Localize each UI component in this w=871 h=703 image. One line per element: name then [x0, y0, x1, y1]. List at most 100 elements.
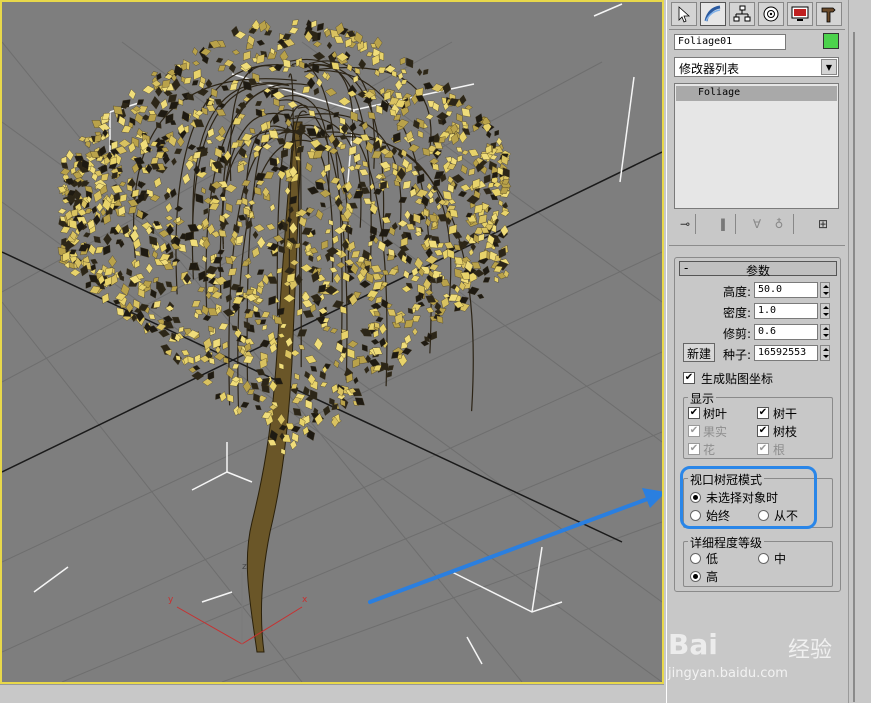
leaf — [57, 208, 67, 215]
display-group: 显示 ✔ 树叶 ✔ 树干 ✔ 果实 ✔ 树枝 ✔ 花 ✔ 根 — [683, 390, 833, 459]
axis-z-label: z — [242, 562, 247, 572]
leaf — [340, 166, 346, 174]
utilities-icon — [821, 7, 836, 23]
leaf — [407, 143, 420, 153]
configure-modifier-sets-icon[interactable]: ⊞ — [813, 214, 833, 234]
pin-stack-icon[interactable]: ⊸ — [675, 214, 695, 234]
leaf — [394, 79, 403, 91]
leaf — [201, 187, 206, 195]
fruit-checkbox[interactable]: ✔ — [688, 425, 700, 437]
leaf — [494, 129, 499, 137]
lod-low-radio[interactable] — [690, 553, 701, 564]
divider — [695, 214, 699, 234]
prune-spinner[interactable] — [820, 324, 830, 340]
leaf — [304, 355, 317, 364]
stack-item-foliage[interactable]: Foliage — [676, 86, 837, 101]
lod-medium-label: 中 — [774, 552, 787, 566]
create-icon — [678, 6, 691, 23]
prune-field[interactable]: 0.6 — [754, 324, 818, 340]
leaf — [375, 316, 384, 323]
density-spinner[interactable] — [820, 303, 830, 319]
leaf — [136, 99, 145, 105]
modifier-stack[interactable]: Foliage — [674, 83, 839, 209]
leaf — [425, 113, 434, 120]
leaf — [270, 165, 280, 173]
leaves-label: 树叶 — [703, 407, 728, 421]
density-row: 密度: — [675, 303, 751, 320]
leaf — [93, 235, 101, 244]
leaf — [243, 50, 251, 61]
leaf — [197, 88, 209, 97]
lod-medium-radio[interactable] — [758, 553, 769, 564]
command-panel-scrollbar[interactable] — [848, 0, 871, 703]
leaf — [218, 322, 229, 331]
leaf — [69, 268, 81, 277]
watermark-brand: Bai — [668, 628, 718, 661]
branches-checkbox[interactable]: ✔ — [757, 425, 769, 437]
leaves-checkbox[interactable]: ✔ — [688, 407, 700, 419]
display-icon — [791, 6, 809, 21]
leaf — [333, 273, 341, 284]
height-field[interactable]: 50.0 — [754, 282, 818, 298]
gen-mapping-label: 生成贴图坐标 — [701, 372, 774, 386]
height-label: 高度: — [722, 285, 751, 299]
perspective-viewport[interactable]: y x z — [0, 0, 664, 684]
leaf — [253, 224, 265, 233]
divider — [669, 245, 845, 246]
new-seed-button[interactable]: 新建 — [683, 343, 715, 362]
object-name-field[interactable]: Foliage01 — [674, 34, 786, 50]
leaf — [468, 149, 480, 157]
scrollbar-track[interactable] — [853, 32, 855, 702]
chevron-down-icon[interactable]: ▼ — [821, 59, 837, 75]
leaf — [151, 250, 159, 260]
seed-field[interactable]: 16592553 — [754, 345, 818, 361]
gen-mapping-checkbox[interactable]: ✔ — [683, 372, 695, 384]
lod-high-radio[interactable] — [690, 571, 701, 582]
leaf — [425, 255, 439, 265]
leaf — [176, 136, 185, 148]
flowers-checkbox[interactable]: ✔ — [688, 443, 700, 455]
modify-tab[interactable] — [700, 2, 726, 26]
leaf — [160, 98, 168, 110]
leaf — [482, 277, 491, 283]
leaf — [165, 202, 173, 213]
annotation-highlight-ring — [680, 466, 817, 529]
leaf — [126, 268, 133, 277]
leaf — [460, 164, 468, 175]
leaf — [142, 85, 155, 95]
parameters-rollout-header[interactable]: - 参数 — [679, 261, 837, 278]
leaf — [324, 228, 332, 234]
modifier-list-dropdown[interactable]: 修改器列表 ▼ — [674, 57, 839, 77]
density-field[interactable]: 1.0 — [754, 303, 818, 319]
watermark-brand-suffix: 经验 — [788, 638, 833, 663]
object-color-swatch[interactable] — [823, 33, 839, 49]
hierarchy-tab[interactable] — [729, 2, 755, 26]
leaf — [192, 47, 199, 56]
leaf — [247, 199, 256, 206]
command-panel: Foliage01 修改器列表 ▼ Foliage ⊸ ‖ ∀ ♁ ⊞ - 参数 — [666, 0, 847, 703]
divider — [793, 214, 797, 234]
leaf — [319, 381, 328, 388]
prune-row: 修剪: — [675, 324, 751, 341]
prune-label: 修剪: — [722, 327, 751, 341]
leaf — [165, 215, 174, 221]
leaf — [192, 60, 200, 66]
make-unique-icon[interactable]: ∀ — [747, 214, 767, 234]
leaf — [150, 96, 161, 110]
leaf — [346, 191, 353, 201]
remove-modifier-icon[interactable]: ♁ — [769, 214, 789, 234]
show-end-result-icon[interactable]: ‖ — [713, 214, 733, 234]
trunk-checkbox[interactable]: ✔ — [757, 407, 769, 419]
leaf — [370, 338, 380, 345]
utilities-tab[interactable] — [816, 2, 842, 26]
leaf — [265, 223, 276, 231]
roots-checkbox[interactable]: ✔ — [757, 443, 769, 455]
lod-title: 详细程度等级 — [688, 534, 765, 551]
display-tab[interactable] — [787, 2, 813, 26]
app-window: { "object_name": "Foliage01", "object_co… — [0, 0, 871, 703]
seed-spinner[interactable] — [820, 345, 830, 361]
create-tab[interactable] — [671, 2, 697, 26]
motion-tab[interactable] — [758, 2, 784, 26]
leaf — [347, 340, 359, 348]
height-spinner[interactable] — [820, 282, 830, 298]
